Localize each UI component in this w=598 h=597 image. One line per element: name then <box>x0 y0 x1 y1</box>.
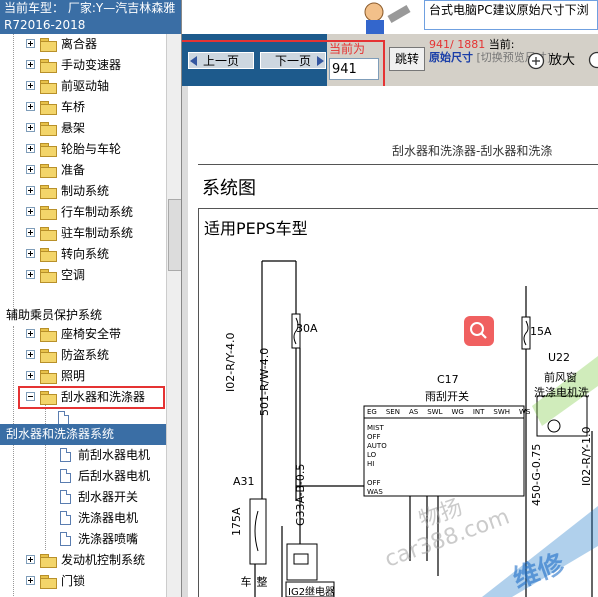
folder-icon <box>40 38 57 52</box>
current-short-label: 当前: <box>488 38 515 51</box>
expand-icon[interactable] <box>26 39 35 48</box>
expand-icon[interactable] <box>26 102 35 111</box>
document-icon <box>60 469 71 483</box>
document-icon <box>60 532 71 546</box>
search-icon <box>470 322 487 339</box>
zoom-in-icon <box>527 52 545 70</box>
folder-icon <box>40 349 57 363</box>
expand-icon[interactable] <box>26 249 35 258</box>
tree-guide-line <box>13 34 14 317</box>
page-count: 941/ 1881 <box>429 38 486 51</box>
connector-u22: U22 <box>548 351 571 364</box>
folder-icon <box>40 370 57 384</box>
document-view: 刮水器和洗涤器-刮水器和洗涤 系统图 适用PEPS车型 30A 15A I02-… <box>182 86 598 597</box>
fuse-175a-label: 175A <box>230 507 243 536</box>
fuse-30a-label: 30A <box>296 322 318 335</box>
tree-pane: 当前车型： 厂家:Y—汽吉林森雅R72016-2018 离合器 手动变速器 前驱… <box>0 0 182 597</box>
fuse-15a-label: 15A <box>530 325 552 338</box>
folder-icon <box>40 248 57 262</box>
folder-icon <box>40 80 57 94</box>
tree-item-selected[interactable]: 刮水器和洗涤器系统 <box>0 424 166 445</box>
expand-icon[interactable] <box>26 60 35 69</box>
tree-scrollbar[interactable] <box>166 34 181 597</box>
wiring-diagram <box>249 260 598 597</box>
expand-icon[interactable] <box>26 144 35 153</box>
expand-icon[interactable] <box>26 371 35 380</box>
tree-guide-line <box>13 326 14 597</box>
connector-c17: C17 <box>437 373 459 386</box>
expand-icon[interactable] <box>26 207 35 216</box>
original-size-link[interactable]: 原始尺寸 <box>429 51 473 64</box>
current-model-header: 当前车型： 厂家:Y—汽吉林森雅R72016-2018 <box>0 0 181 34</box>
folder-icon <box>40 164 57 178</box>
expand-icon[interactable] <box>26 329 35 338</box>
expand-icon[interactable] <box>26 270 35 279</box>
folder-icon <box>40 227 57 241</box>
relay-label: IG2继电器 <box>288 587 336 597</box>
zoom-out-icon[interactable] <box>588 51 598 69</box>
connector-a31: A31 <box>233 475 255 488</box>
mascot-icon <box>364 2 411 34</box>
search-button[interactable] <box>464 316 494 346</box>
folder-icon <box>40 206 57 220</box>
expand-icon[interactable] <box>26 165 35 174</box>
highlight-box <box>18 386 165 409</box>
expand-icon[interactable] <box>26 555 35 564</box>
folder-icon <box>40 554 57 568</box>
folder-icon <box>40 143 57 157</box>
expand-icon[interactable] <box>26 81 35 90</box>
document-icon <box>60 448 71 462</box>
wiper-switch-label: 雨刮开关 <box>425 390 469 403</box>
expand-icon[interactable] <box>26 186 35 195</box>
expand-icon[interactable] <box>26 576 35 585</box>
switch-columns: EG SEN AS SWL WG INT SWH WS <box>367 408 531 416</box>
folder-icon <box>40 185 57 199</box>
scrollbar-thumb[interactable] <box>168 199 181 271</box>
folder-icon <box>40 269 57 283</box>
folder-icon <box>40 101 57 115</box>
folder-icon <box>40 59 57 73</box>
top-banner: 台式电脑PC建议原始尺寸下浏 <box>342 0 598 34</box>
document-icon <box>58 411 69 425</box>
document-icon <box>60 490 71 504</box>
wire-label: I02-R/Y-4.0 <box>224 332 237 392</box>
switch-rows: MIST OFF AUTO LO HI OFF WAS <box>367 424 387 496</box>
jump-button[interactable]: 跳转 <box>389 47 425 71</box>
wire-label: I02-R/Y-1.0 <box>580 426 593 486</box>
wire-label: G33A-B-0.5 <box>294 463 307 526</box>
wire-label: 450-G-0.75 <box>530 443 543 506</box>
banner-text: 台式电脑PC建议原始尺寸下浏 <box>424 0 598 30</box>
folder-icon <box>40 122 57 136</box>
folder-icon <box>40 328 57 342</box>
expand-icon[interactable] <box>26 123 35 132</box>
wire-label: 501-R/W-4.0 <box>258 347 271 416</box>
motor-label: 前风窗 <box>544 371 577 384</box>
document-icon <box>60 511 71 525</box>
zoom-in-button[interactable]: 放大 <box>525 50 585 72</box>
vehicle-label: 整车 <box>239 576 268 587</box>
viewer-pane: 台式电脑PC建议原始尺寸下浏 上一页 下一页 当前为 跳转 941/ 1881 … <box>182 0 598 597</box>
expand-icon[interactable] <box>26 350 35 359</box>
expand-icon[interactable] <box>26 228 35 237</box>
motor-label: 洗涤电机洗 <box>534 386 589 399</box>
folder-icon <box>40 575 57 589</box>
